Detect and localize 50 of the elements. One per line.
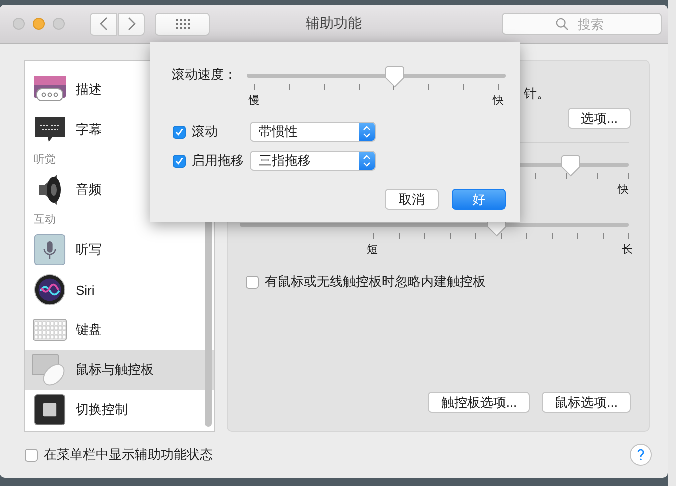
siri-orb-icon bbox=[32, 274, 68, 306]
slider-title: 滚动速度： bbox=[172, 66, 238, 84]
stepper-arrows-icon bbox=[359, 123, 375, 141]
switch-control-icon bbox=[32, 394, 68, 426]
description-text: 针。 bbox=[524, 86, 550, 101]
checkbox-label: 滚动 bbox=[192, 123, 218, 141]
slider-thumb[interactable] bbox=[384, 66, 405, 88]
slider-label: 长 bbox=[622, 243, 633, 257]
checkbox-label: 在菜单栏中显示辅助功能状态 bbox=[44, 446, 213, 464]
cancel-button[interactable]: 取消 bbox=[385, 189, 439, 210]
close-button[interactable] bbox=[13, 18, 25, 30]
checkbox[interactable] bbox=[173, 154, 186, 168]
checkbox[interactable] bbox=[25, 448, 38, 462]
search-field[interactable]: 搜索 bbox=[502, 13, 662, 35]
slider-label: 快 bbox=[618, 183, 629, 197]
section-header: 听觉 bbox=[34, 154, 56, 166]
keyboard-icon bbox=[32, 319, 68, 341]
minimize-button[interactable] bbox=[33, 18, 45, 30]
options-button[interactable]: 鼠标选项... bbox=[542, 392, 631, 413]
chevron-right-icon bbox=[126, 17, 136, 31]
grid-icon bbox=[176, 19, 190, 29]
zoom-button[interactable] bbox=[53, 18, 65, 30]
slider-label: 短 bbox=[367, 243, 378, 257]
sidebar-item[interactable]: Siri bbox=[25, 270, 214, 310]
slider-thumb[interactable] bbox=[560, 155, 581, 177]
options-button[interactable]: 选项... bbox=[568, 108, 631, 129]
help-button[interactable] bbox=[630, 444, 652, 466]
slider-label: 慢 bbox=[249, 94, 260, 108]
stepper-arrows-icon bbox=[359, 152, 375, 170]
search-icon bbox=[556, 18, 569, 31]
section-header: 互动 bbox=[34, 214, 56, 226]
back-button[interactable] bbox=[90, 12, 117, 36]
popup-menu[interactable]: 带惯性 bbox=[250, 122, 376, 142]
chevron-left-icon bbox=[98, 17, 108, 31]
checkbox[interactable] bbox=[246, 276, 259, 288]
checkbox-label: 启用拖移 bbox=[192, 152, 244, 170]
slider-label: 快 bbox=[493, 94, 504, 108]
microphone-icon bbox=[32, 234, 68, 266]
popup-menu[interactable]: 三指拖移 bbox=[250, 151, 376, 171]
sidebar-item[interactable]: 键盘 bbox=[25, 310, 214, 350]
options-button[interactable]: 触控板选项... bbox=[428, 392, 530, 413]
show-all-button[interactable] bbox=[155, 12, 210, 36]
sidebar-item[interactable]: 鼠标与触控板 bbox=[25, 350, 214, 390]
forward-button[interactable] bbox=[118, 12, 145, 36]
sidebar-item[interactable]: 听写 bbox=[25, 230, 214, 270]
sidebar-item[interactable]: 切换控制 bbox=[25, 390, 214, 430]
checkbox-label: 有鼠标或无线触控板时忽略内建触控板 bbox=[265, 273, 486, 291]
question-mark-icon bbox=[636, 448, 646, 462]
window-title: 辅助功能 bbox=[306, 15, 362, 33]
checkbox[interactable] bbox=[173, 126, 186, 138]
